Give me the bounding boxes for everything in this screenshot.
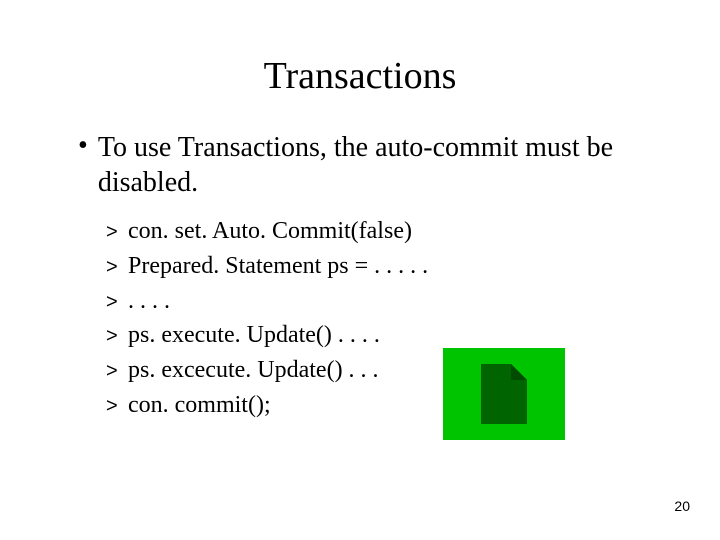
slide-number: 20 xyxy=(674,498,690,514)
chevron-right-icon: > xyxy=(106,288,126,317)
bullet-level-2-text: Prepared. Statement ps = . . . . . xyxy=(128,249,638,284)
bullet-level-1: • To use Transactions, the auto-commit m… xyxy=(78,130,638,200)
chevron-right-icon: > xyxy=(106,322,126,351)
bullet-level-1-text: To use Transactions, the auto-commit mus… xyxy=(98,130,638,200)
document-shortcut[interactable] xyxy=(443,348,565,440)
bullet-level-2-text: con. set. Auto. Commit(false) xyxy=(128,214,638,249)
bullet-dot-icon: • xyxy=(78,132,88,160)
bullet-level-2: > . . . . xyxy=(106,284,638,319)
slide-title: Transactions xyxy=(0,54,720,98)
chevron-right-icon: > xyxy=(106,392,126,421)
chevron-right-icon: > xyxy=(106,253,126,282)
slide: Transactions • To use Transactions, the … xyxy=(0,0,720,540)
bullet-level-2-text: . . . . xyxy=(128,284,638,319)
chevron-right-icon: > xyxy=(106,357,126,386)
chevron-right-icon: > xyxy=(106,218,126,247)
bullet-level-2: > Prepared. Statement ps = . . . . . xyxy=(106,249,638,284)
document-icon xyxy=(481,364,527,424)
bullet-level-2: > con. set. Auto. Commit(false) xyxy=(106,214,638,249)
